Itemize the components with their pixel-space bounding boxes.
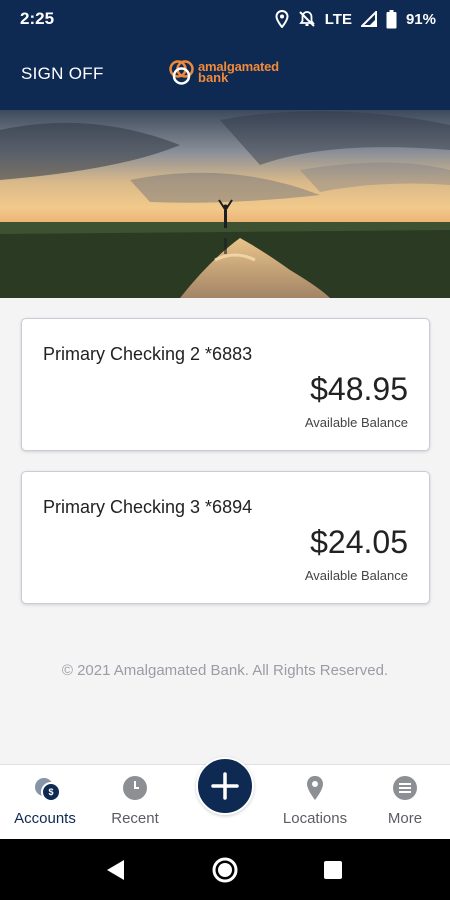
account-name: Primary Checking 2 *6883 [43,344,253,364]
back-triangle-icon[interactable] [100,855,130,885]
account-balance: $48.95 [310,371,408,407]
battery-icon [386,9,397,28]
account-balance: $24.05 [310,524,408,560]
account-name: Primary Checking 3 *6894 [43,497,253,517]
notifications-off-icon [298,11,315,27]
status-icons: LTE 91% [275,8,436,30]
tab-label: Accounts [14,810,76,827]
app-header: SIGN OFF amalgamated bank [0,38,450,110]
balance-caption: Available Balance [304,415,408,430]
balance-caption: Available Balance [304,568,408,583]
plus-icon [211,772,239,800]
copyright-text: © 2021 Amalgamated Bank. All Rights Rese… [61,662,389,679]
system-navigation-bar [0,839,450,900]
network-type: LTE [324,10,352,28]
sign-off-button[interactable]: SIGN OFF [21,64,104,84]
accounts-badge: $ [41,782,61,802]
tab-label: More [387,810,423,827]
tab-accounts[interactable]: $ Accounts [0,765,90,840]
location-pin-icon [307,776,323,800]
tab-more[interactable]: More [360,765,450,840]
status-bar: 2:25 LTE 91% [0,0,450,38]
sunset-landscape-image [0,110,450,298]
home-circle-icon[interactable] [210,855,240,885]
hero-image [0,110,450,298]
location-icon [275,10,289,28]
signal-icon [360,11,377,27]
tab-recent[interactable]: Recent [90,765,180,840]
battery-percent: 91% [405,10,436,28]
logo-wordmark-bottom: bank [198,70,229,85]
recents-square-icon[interactable] [318,855,348,885]
account-card[interactable]: Primary Checking 3 *6894 $24.05 Availabl… [21,471,430,604]
tab-label: Recent [111,810,159,827]
bottom-tab-bar: $ Accounts Recent Locations More [0,757,450,840]
account-card[interactable]: Primary Checking 2 *6883 $48.95 Availabl… [21,318,430,451]
amalgamated-bank-logo: amalgamated bank [168,56,288,90]
logo-mark-icon [169,60,194,85]
add-button[interactable] [196,757,254,815]
clock-icon [123,776,147,800]
tab-locations[interactable]: Locations [270,765,360,840]
tab-label: Locations [282,810,348,827]
menu-icon [393,776,417,800]
status-time: 2:25 [20,9,55,28]
